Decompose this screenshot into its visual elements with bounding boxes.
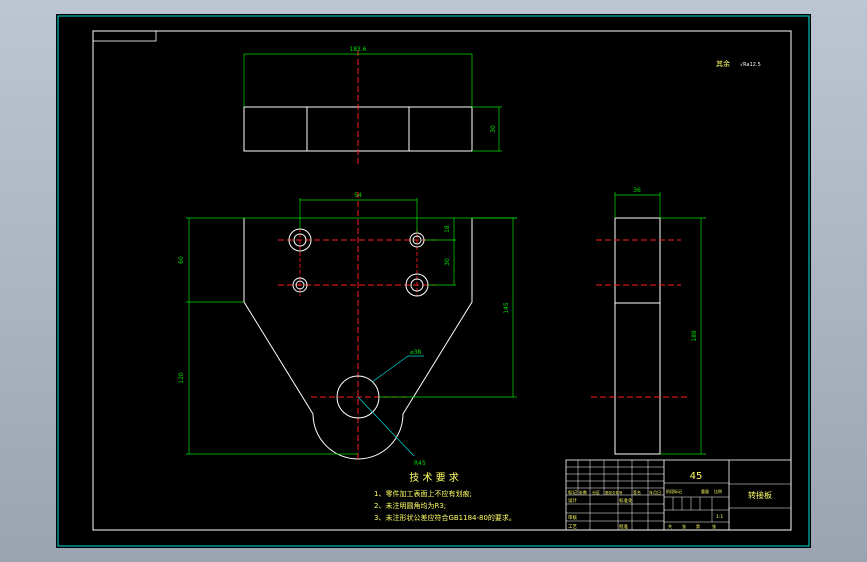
cad-drawing: 183.6 30 其余 √Ra12.5 54 18 30 145 60 120 … (57, 15, 810, 547)
outer-frame (57, 15, 810, 547)
tb-ratio-label: 比例 (714, 488, 722, 494)
tb-sheet-unit-1: 张 (682, 523, 686, 529)
top-view: 183.6 30 (243, 46, 502, 164)
tech-item-3: 3、未注形状公差应符合GB1184-80的要求。 (374, 513, 516, 522)
front-view: 54 18 30 145 60 120 ⌀38 R45 (178, 192, 517, 467)
tb-review-label: 审核 (568, 514, 577, 521)
dim-center-height: 145 (503, 302, 510, 314)
dim-arc-radius: R45 (414, 460, 426, 467)
tb-date-label: 年月日 (649, 489, 661, 495)
tb-scale: 1:1 (716, 514, 723, 520)
tech-title: 技 术 要 求 (409, 471, 459, 484)
tb-part-name: 转接板 (748, 490, 772, 500)
dim-top-length: 183.6 (349, 46, 366, 53)
side-view: 36 189 (591, 187, 706, 455)
tb-design-label: 设计 (568, 497, 577, 504)
title-block: 标记 设计 审核 工艺 处数 分区 更改文件号 签名 年月日 标准化 批准 45… (565, 459, 792, 531)
drawing-canvas: 183.6 30 其余 √Ra12.5 54 18 30 145 60 120 … (56, 14, 811, 548)
tb-weight-label: 重量 (701, 488, 709, 494)
tb-zone-label: 分区 (592, 489, 600, 495)
dim-lower-height: 120 (178, 372, 185, 384)
tb-standard-label: 标准化 (619, 497, 633, 504)
dim-top-height: 30 (490, 125, 497, 133)
tb-sheet-total: 共 (668, 523, 672, 529)
dim-side-width: 36 (633, 187, 641, 194)
tech-item-2: 2、未注明圆角均为R3; (374, 501, 446, 510)
corner-box (92, 30, 157, 42)
tb-material: 45 (690, 471, 703, 482)
surface-note-label: 其余 (716, 59, 730, 68)
tech-item-1: 1、零件加工表面上不应有划痕; (374, 489, 472, 498)
dim-hole-offset: 18 (444, 225, 451, 233)
tb-mark-label: 标记 (568, 489, 577, 496)
tb-sheet-num: 第 (696, 523, 700, 529)
dim-hole-vertical: 30 (444, 258, 451, 266)
tb-process-label: 工艺 (568, 524, 577, 530)
tb-sheet-unit-2: 张 (712, 523, 716, 529)
tb-approve-label: 批准 (619, 523, 628, 530)
dim-hole-spacing: 54 (354, 192, 362, 199)
tb-stage-label: 阶段标记 (666, 488, 682, 494)
dim-side-height: 189 (691, 330, 698, 342)
tb-change-label: 更改文件号 (605, 490, 623, 495)
surface-roughness-symbol: √Ra12.5 (740, 62, 761, 68)
dim-upper-height: 60 (178, 256, 185, 264)
inner-frame (92, 30, 792, 531)
dim-bore-diameter: ⌀38 (410, 349, 421, 356)
tb-sign-label: 签名 (633, 489, 641, 495)
tb-count-label: 处数 (579, 489, 587, 495)
tech-requirements: 技 术 要 求 1、零件加工表面上不应有划痕; 2、未注明圆角均为R3; 3、未… (374, 471, 516, 522)
